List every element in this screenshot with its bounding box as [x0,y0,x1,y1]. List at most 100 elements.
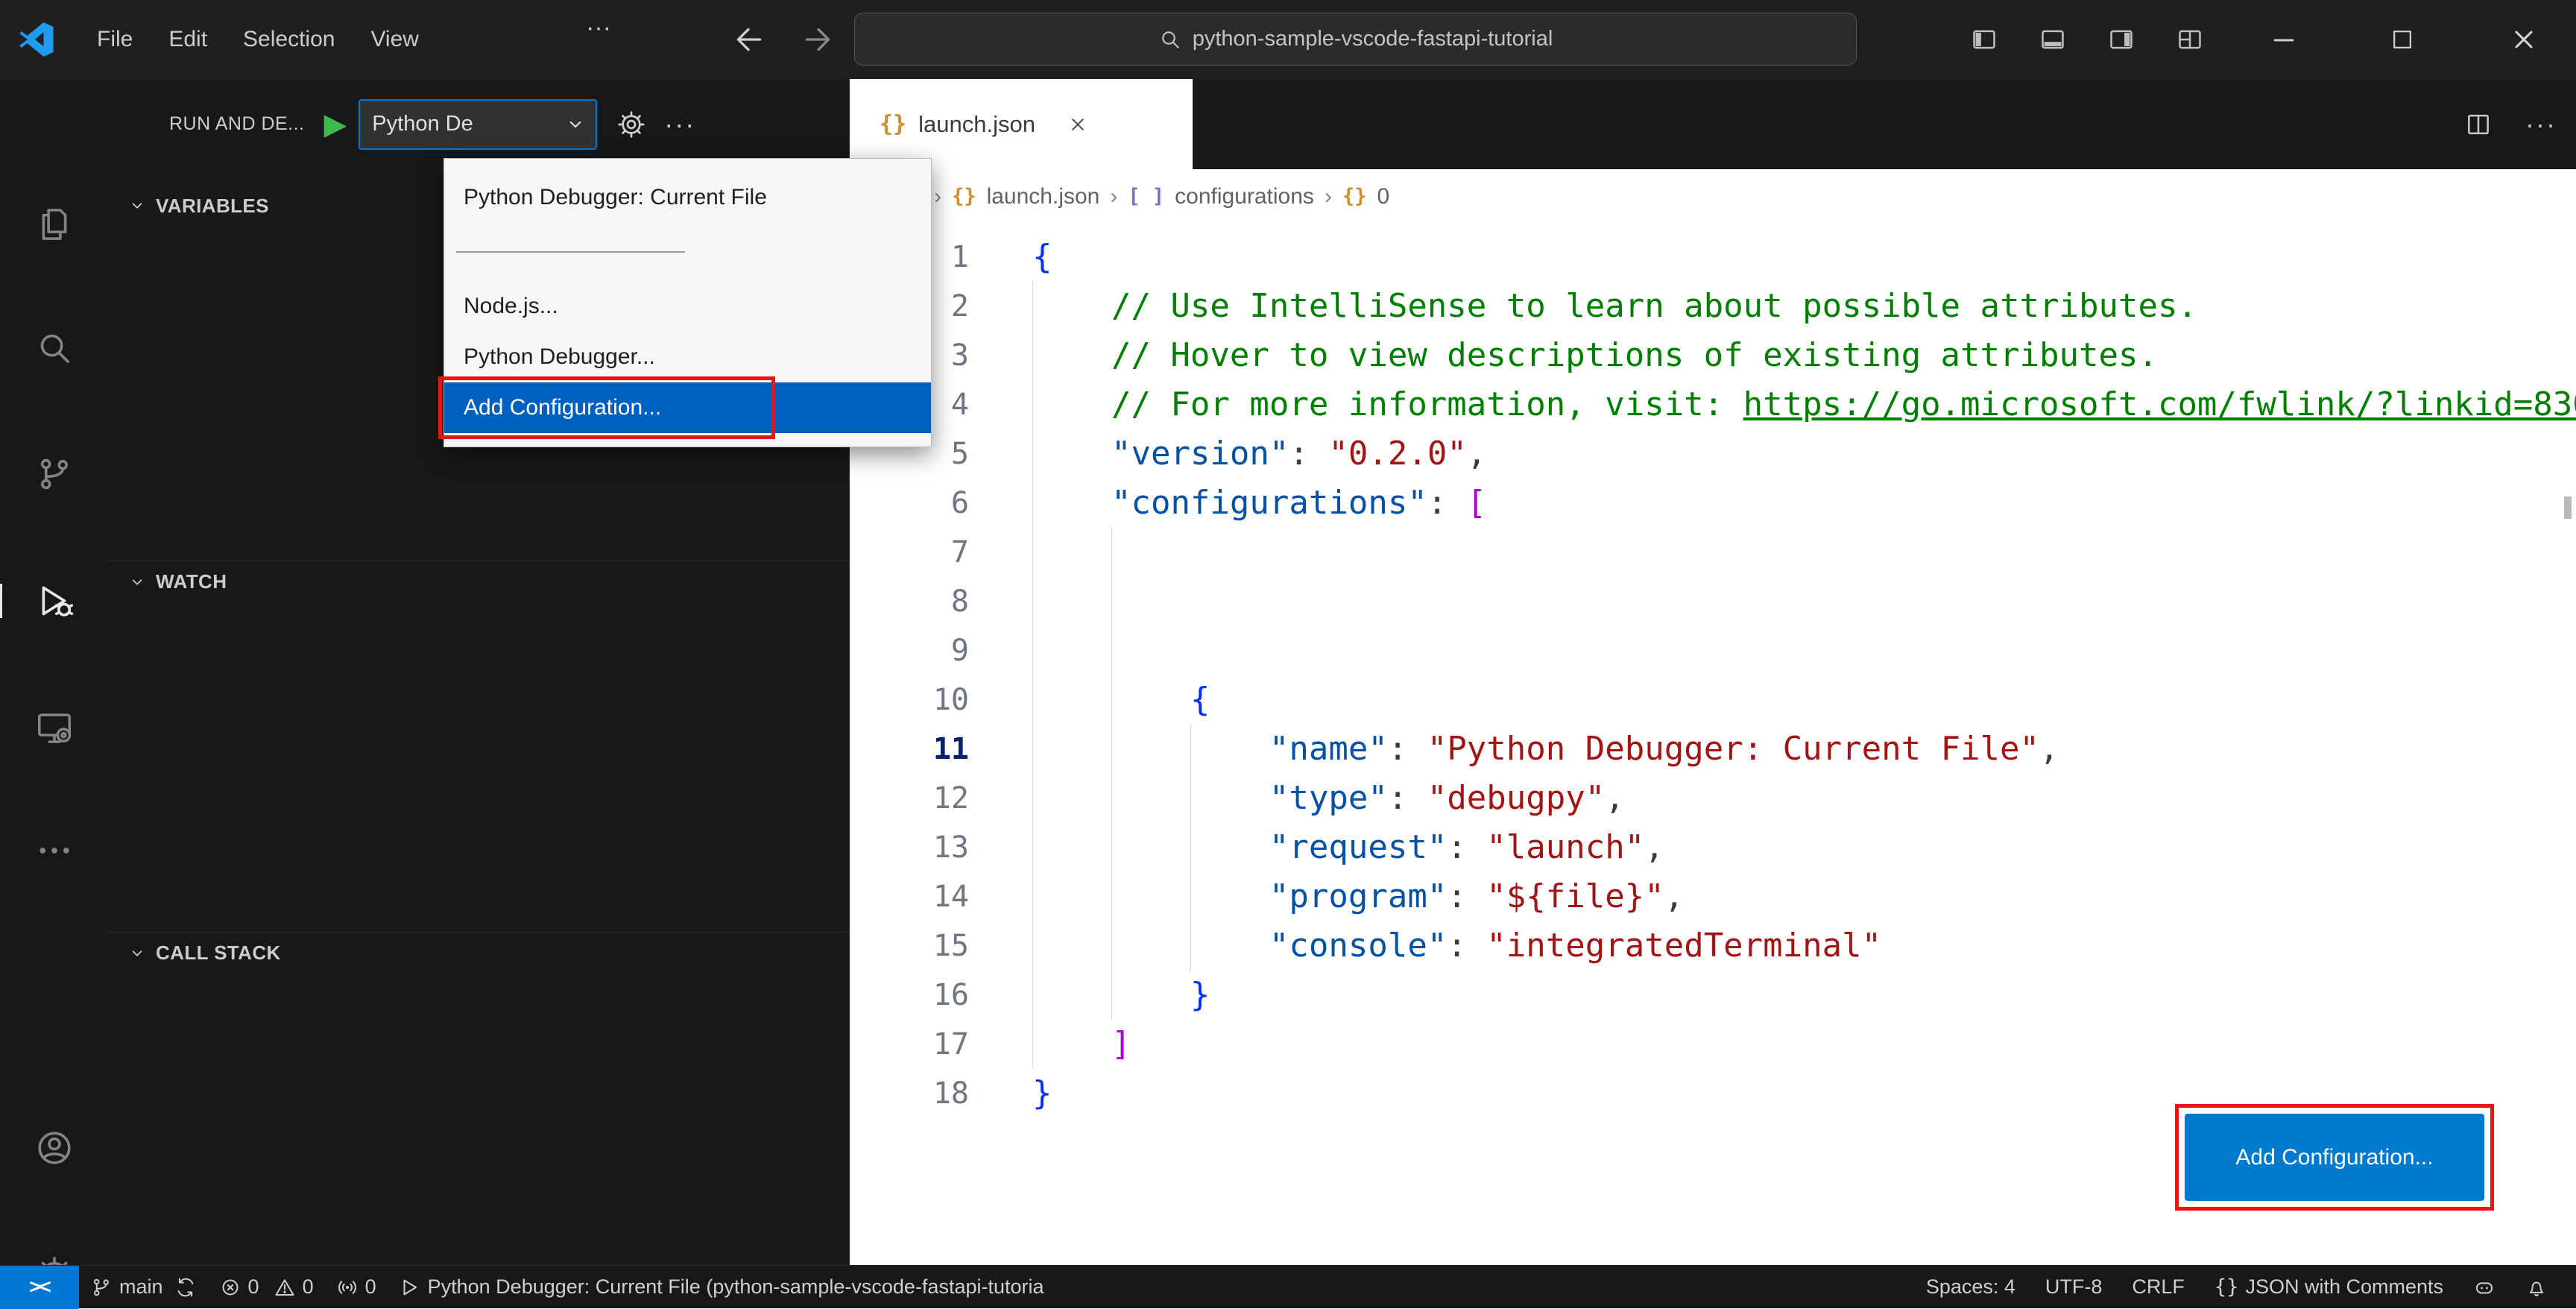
menu-view[interactable]: View [353,13,436,66]
debug-settings-gear-icon[interactable] [616,110,646,139]
code-line[interactable]: 6 "configurations": [ [850,479,2576,528]
code-line[interactable]: 4 // For more information, visit: https:… [850,380,2576,429]
ports-status[interactable]: 0 [325,1266,388,1309]
bell-icon [2525,1276,2548,1299]
editor-group: {} launch.json ··· code › {} launch.json… [850,79,2576,1265]
maximize-button[interactable] [2384,21,2421,58]
line-number: 12 [932,781,969,816]
code-line[interactable]: 5 "version": "0.2.0", [850,429,2576,479]
menu-item-add-configuration[interactable]: Add Configuration... [444,382,931,433]
eol-status[interactable]: CRLF [2117,1266,2200,1309]
copilot-icon [2473,1276,2496,1299]
line-number: 14 [932,880,969,914]
customize-layout-icon[interactable] [2176,25,2204,54]
menu-file[interactable]: File [79,13,151,66]
line-number: 17 [932,1027,969,1062]
vscode-logo-icon [19,22,54,57]
section-watch[interactable]: WATCH [108,561,849,602]
account-icon[interactable] [34,1128,75,1168]
breadcrumb: code › {} launch.json › [ ] configuratio… [850,169,2576,224]
close-tab-icon[interactable] [1067,113,1089,136]
code-line[interactable]: 15 "console": "integratedTerminal" [850,921,2576,971]
explorer-icon[interactable] [34,204,75,245]
chevron-down-icon [127,196,147,215]
code-line[interactable]: 7 [850,528,2576,577]
breadcrumb-item-file[interactable]: launch.json [987,184,1100,209]
problems-status[interactable]: 0 0 [208,1266,325,1309]
debug-config-menu: Python Debugger: Current File Node.js... P… [438,158,932,447]
notifications-status[interactable] [2510,1266,2563,1309]
radio-tower-icon [336,1276,359,1299]
debug-configuration-dropdown[interactable]: Python De [359,98,598,150]
menu-item-python-debugger-current-file[interactable]: Python Debugger: Current File [444,172,931,223]
search-sidebar-icon[interactable] [34,328,75,368]
code-line[interactable]: 12 "type": "debugpy", [850,774,2576,823]
code-line[interactable]: 1{ [850,233,2576,282]
code-line[interactable]: 2 // Use IntelliSense to learn about pos… [850,282,2576,331]
section-call-stack[interactable]: CALL STACK [108,932,849,974]
back-arrow-icon[interactable] [730,21,768,58]
code-line[interactable]: 8 [850,577,2576,626]
code-line[interactable]: 14 "program": "${file}", [850,872,2576,921]
tab-bar: {} launch.json ··· [850,79,2576,169]
indent-guide [1032,282,1033,1069]
language-mode-status[interactable]: {} JSON with Comments [2200,1266,2458,1309]
command-center-search[interactable]: python-sample-vscode-fastapi-tutorial [854,13,1857,66]
editor-more-actions-icon[interactable]: ··· [2525,109,2557,140]
chevron-down-icon [564,113,587,136]
json-object-icon: {} [1342,185,1367,208]
more-views-icon[interactable] [34,830,75,871]
copilot-status[interactable] [2458,1266,2510,1309]
menu-bar: File Edit Selection View [79,0,437,79]
debug-more-actions-icon[interactable]: ··· [664,109,695,140]
run-and-debug-icon[interactable] [0,581,75,621]
split-editor-icon[interactable] [2464,110,2493,139]
error-icon [219,1276,242,1299]
menu-separator [456,251,685,253]
start-debugging-button[interactable]: ▶ [324,110,347,139]
breadcrumb-separator: › [934,183,942,209]
search-icon [1158,28,1182,51]
code-line[interactable]: 17 ] [850,1020,2576,1069]
indentation-status[interactable]: Spaces: 4 [1911,1266,2030,1309]
close-window-button[interactable] [2505,21,2542,58]
remote-indicator[interactable]: >< [0,1265,79,1309]
line-number: 9 [950,634,969,668]
menu-edit[interactable]: Edit [151,13,225,66]
json-array-icon: [ ] [1128,185,1165,208]
source-control-icon[interactable] [34,454,75,494]
line-number: 8 [950,584,969,619]
git-branch-status[interactable]: main [79,1266,208,1309]
menu-item-node-js[interactable]: Node.js... [444,281,931,332]
line-number: 11 [932,732,969,766]
toggle-panel-icon[interactable] [2039,25,2067,54]
code-line[interactable]: 3 // Hover to view descriptions of exist… [850,331,2576,380]
tab-launch-json[interactable]: {} launch.json [850,79,1193,169]
code-line[interactable]: 11 "name": "Python Debugger: Current Fil… [850,725,2576,774]
debug-status[interactable]: Python Debugger: Current File (python-sa… [388,1266,1055,1309]
code-line[interactable]: 10 { [850,675,2576,725]
line-number: 7 [950,535,969,570]
indent-guide [1190,725,1191,971]
code-line[interactable]: 13 "request": "launch", [850,823,2576,872]
minimize-button[interactable] [2265,21,2302,58]
menu-item-python-debugger[interactable]: Python Debugger... [444,332,931,382]
remote-explorer-icon[interactable] [34,707,75,748]
toggle-sidebar-icon[interactable] [1970,25,1998,54]
code-line[interactable]: 9 [850,626,2576,675]
menu-selection[interactable]: Selection [225,13,353,66]
breadcrumb-item-configurations[interactable]: configurations [1175,184,1314,209]
line-number: 15 [932,929,969,963]
encoding-status[interactable]: UTF-8 [2030,1266,2118,1309]
dropdown-value: Python De [372,112,473,136]
sidebar-title: RUN AND DE... [169,113,305,134]
line-number: 6 [950,486,969,520]
breadcrumb-item-index[interactable]: 0 [1377,184,1389,209]
code-line[interactable]: 16 } [850,971,2576,1020]
toggle-secondary-sidebar-icon[interactable] [2107,25,2135,54]
menu-more-button[interactable]: ··· [566,13,631,42]
chevron-down-icon [127,944,147,963]
add-configuration-button[interactable]: Add Configuration... [2185,1114,2484,1201]
forward-arrow-icon[interactable] [799,21,836,58]
run-and-debug-sidebar: RUN AND DE... ▶ Python De ··· VARIABLES … [108,79,932,1265]
